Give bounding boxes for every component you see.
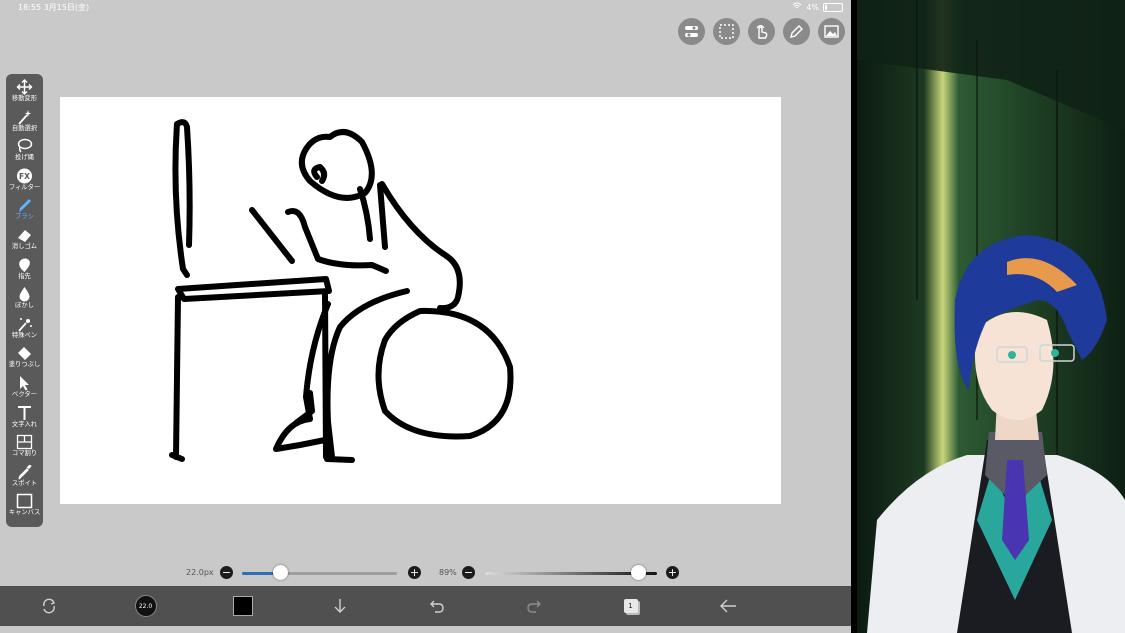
status-time: 18:55 3月15日(金) [18,3,90,12]
tool-label: 文字入れ [11,420,38,428]
tool-label: 消しゴム [11,242,38,250]
pen-button[interactable] [783,18,810,45]
tool-label: 自動選択 [11,124,38,132]
lasso-icon [17,138,33,153]
streamer-avatar-panel [857,0,1125,633]
status-right: 4% [792,2,843,12]
special-pen-icon [18,317,32,332]
tool-label: ベクター [12,390,37,398]
brush-size-value: 22.0px [186,568,214,577]
brush-size-plus-button[interactable]: + [408,566,421,579]
bottom-bar: 22.0 1 [0,586,851,626]
gesture-button[interactable] [748,18,775,45]
tool-filter[interactable]: FX フィルター [6,168,43,198]
brush-icon [19,199,31,213]
brush-size-minus-button[interactable]: − [220,566,233,579]
download-button[interactable] [291,598,388,614]
tool-auto-select[interactable]: 自動選択 [6,109,43,139]
brush-size-slider[interactable] [242,572,397,575]
redo-icon [526,600,541,613]
tool-eraser[interactable]: 消しゴム [6,227,43,257]
color-button[interactable] [194,596,291,616]
tool-label: キャンバス [8,509,41,517]
redo-button[interactable] [485,598,582,614]
gesture-icon [756,24,768,39]
battery-icon [823,2,843,12]
opacity-minus-button[interactable]: − [462,566,475,579]
selection-button[interactable] [713,18,740,45]
undo-icon [429,600,444,613]
tool-canvas[interactable]: キャンバス [6,493,43,523]
tool-label: ブラシ [15,213,34,221]
tool-label: スポイト [11,479,38,487]
sketch-strokes [169,119,514,463]
eyedropper-icon [18,464,32,480]
top-toolbar [678,18,845,45]
brush-size-icon: 22.0 [134,595,157,617]
tool-label: フィルター [8,183,41,191]
canvas-icon [16,494,33,509]
frame-divide-icon [16,434,33,450]
drawing-app: 18:55 3月15日(金) 4% 移動変形 自動選択 投げ縄 FX フィルター… [0,0,851,633]
tool-special-pen[interactable]: 特殊ペン [6,316,43,346]
gallery-icon [824,25,839,38]
tool-label: ぼかし [15,302,34,310]
svg-text:FX: FX [19,172,30,181]
brush-size-knob[interactable] [273,565,289,580]
quick-action-button[interactable] [0,598,97,614]
tool-vector[interactable]: ベクター [6,375,43,405]
brush-size-button[interactable]: 22.0 [97,595,194,617]
finger-icon [19,258,30,272]
tool-fill[interactable]: 塗りつぶし [6,345,43,375]
blur-icon [19,287,30,302]
tool-frame-divide[interactable]: コマ割り [6,434,43,464]
download-icon [334,599,345,613]
wifi-icon [792,2,802,12]
tool-label: 投げ縄 [15,154,34,162]
layers-icon: 1 [623,599,638,613]
tool-eyedropper[interactable]: スポイト [6,464,43,494]
tool-label: コマ割り [11,450,38,458]
undo-button[interactable] [388,598,485,614]
move-transform-icon [16,79,33,95]
layers-button[interactable]: 1 [582,599,679,613]
tool-finger[interactable]: 指先 [6,257,43,287]
color-swatch [232,596,253,616]
tool-blur[interactable]: ぼかし [6,286,43,316]
tool-lasso[interactable]: 投げ縄 [6,138,43,168]
tool-label: 移動変形 [11,95,38,102]
tool-text[interactable]: 文字入れ [6,405,43,435]
layer-toggle-icon [685,26,698,37]
back-icon [719,599,736,613]
pen-icon [790,25,803,38]
opacity-knob[interactable] [630,565,646,580]
back-button[interactable] [679,598,776,614]
vector-icon [20,375,29,391]
eraser-icon [18,229,31,242]
drawing-canvas[interactable] [60,97,781,504]
layer-toggle-button[interactable] [678,18,705,45]
status-bar: 18:55 3月15日(金) 4% [0,0,851,14]
slider-row: 22.0px − + 89% − + [0,562,851,584]
auto-select-icon [18,109,31,125]
avatar-image [857,0,1125,633]
quick-action-icon [42,598,55,614]
battery-percent: 4% [806,2,819,12]
opacity-plus-button[interactable]: + [666,566,679,579]
text-icon [18,405,31,420]
tool-palette: 移動変形 自動選択 投げ縄 FX フィルター ブラシ 消しゴム 指先 ぼかし 特… [6,74,43,527]
opacity-value: 89% [439,568,457,577]
tool-move-transform[interactable]: 移動変形 [6,79,43,109]
selection-icon [719,24,734,39]
tool-label: 塗りつぶし [8,361,41,369]
tool-label: 指先 [18,272,31,280]
fill-icon [18,347,31,361]
gallery-button[interactable] [818,18,845,45]
filter-icon: FX [17,168,32,184]
tool-brush[interactable]: ブラシ [6,197,43,227]
tool-label: 特殊ペン [11,331,38,339]
